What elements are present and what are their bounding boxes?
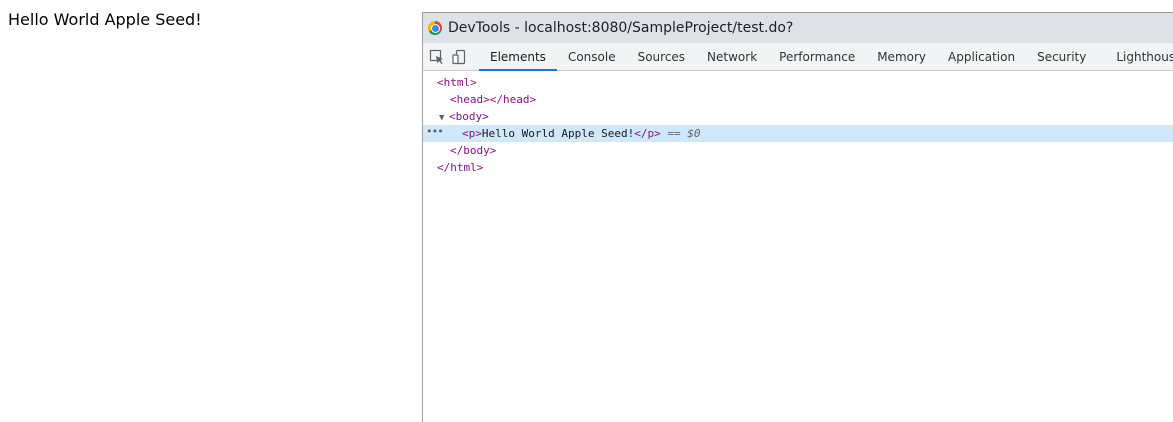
devtools-window: DevTools - localhost:8080/SampleProject/… [422, 12, 1173, 422]
dom-node-body-close[interactable]: </body> [423, 142, 1173, 159]
tab-sources[interactable]: Sources [627, 43, 696, 70]
tab-lighthouse[interactable]: Lighthouse [1105, 43, 1173, 70]
tag-body-open: <body> [449, 110, 489, 123]
dom-node-head[interactable]: <head></head> [423, 91, 1173, 108]
dom-node-p-selected[interactable]: ••• <p>Hello World Apple Seed!</p> == $0 [423, 125, 1173, 142]
tag-head: <head></head> [450, 93, 537, 106]
tab-application[interactable]: Application [937, 43, 1026, 70]
tab-performance[interactable]: Performance [768, 43, 866, 70]
dom-node-html-close[interactable]: </html> [423, 159, 1173, 176]
dom-node-body[interactable]: ▼ <body> [423, 108, 1173, 125]
device-toolbar-icon[interactable] [451, 43, 467, 70]
page-paragraph: Hello World Apple Seed! [8, 10, 202, 29]
inspect-element-icon[interactable] [429, 43, 445, 70]
devtools-toolbar: Elements Console Sources Network Perform… [423, 43, 1173, 71]
tab-security[interactable]: Security [1026, 43, 1097, 70]
tag-html-open: <html> [437, 76, 477, 89]
tab-console[interactable]: Console [557, 43, 627, 70]
chrome-icon [428, 21, 442, 35]
dom-tree: <html> <head></head> ▼ <body> ••• <p>Hello… [423, 71, 1173, 176]
tag-html-close: </html> [437, 161, 484, 174]
devtools-titlebar[interactable]: DevTools - localhost:8080/SampleProject/… [423, 13, 1173, 43]
dom-node-html[interactable]: <html> [423, 74, 1173, 91]
tab-memory[interactable]: Memory [866, 43, 937, 70]
tab-elements[interactable]: Elements [479, 43, 557, 71]
tag-p-close: </p> [634, 127, 661, 140]
tag-body-close: </body> [450, 144, 497, 157]
p-text-content: Hello World Apple Seed! [481, 127, 635, 140]
tab-network[interactable]: Network [696, 43, 768, 70]
tag-p-open: <p> [462, 127, 482, 140]
selected-marker: == $0 [667, 127, 701, 140]
more-options-icon[interactable]: ••• [426, 123, 444, 140]
window-title: DevTools - localhost:8080/SampleProject/… [448, 20, 794, 36]
